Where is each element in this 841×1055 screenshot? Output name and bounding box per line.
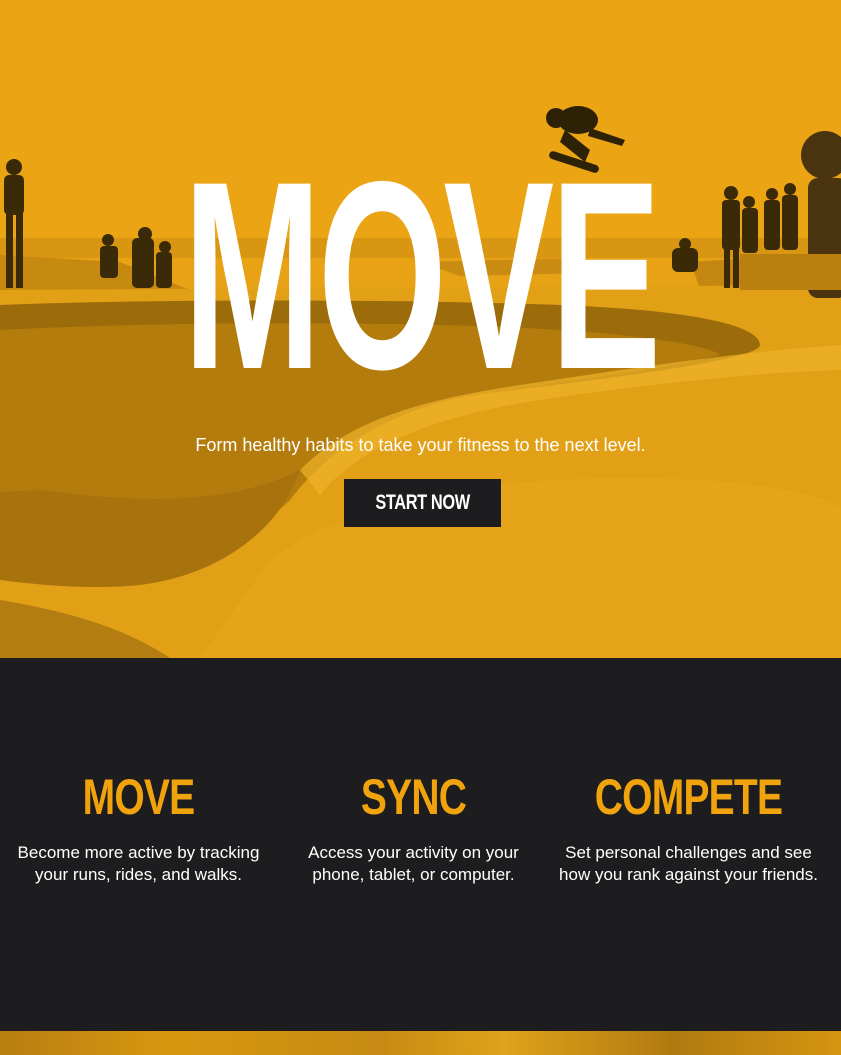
feature-description: Set personal challenges and see how you … (559, 843, 818, 884)
feature-sync: SYNC Access your activity on your phone,… (281, 658, 546, 886)
feature-description: Access your activity on your phone, tabl… (308, 843, 519, 884)
hero-section: MOVE Form healthy habits to take your fi… (0, 0, 841, 658)
features-section: MOVE Become more active by tracking your… (0, 658, 841, 1031)
feature-title: SYNC (360, 769, 467, 825)
feature-description: Become more active by tracking your runs… (17, 843, 260, 884)
feature-title: COMPETE (594, 769, 783, 825)
hero-title: MOVE (183, 125, 661, 425)
feature-move: MOVE Become more active by tracking your… (6, 658, 271, 886)
feature-compete: COMPETE Set personal challenges and see … (556, 658, 821, 886)
feature-title: MOVE (82, 769, 196, 825)
start-now-button-label: START NOW (375, 491, 470, 514)
next-section-image-strip (0, 1031, 841, 1055)
hero-tagline: Form healthy habits to take your fitness… (195, 435, 646, 455)
start-now-button[interactable]: START NOW (344, 479, 501, 527)
